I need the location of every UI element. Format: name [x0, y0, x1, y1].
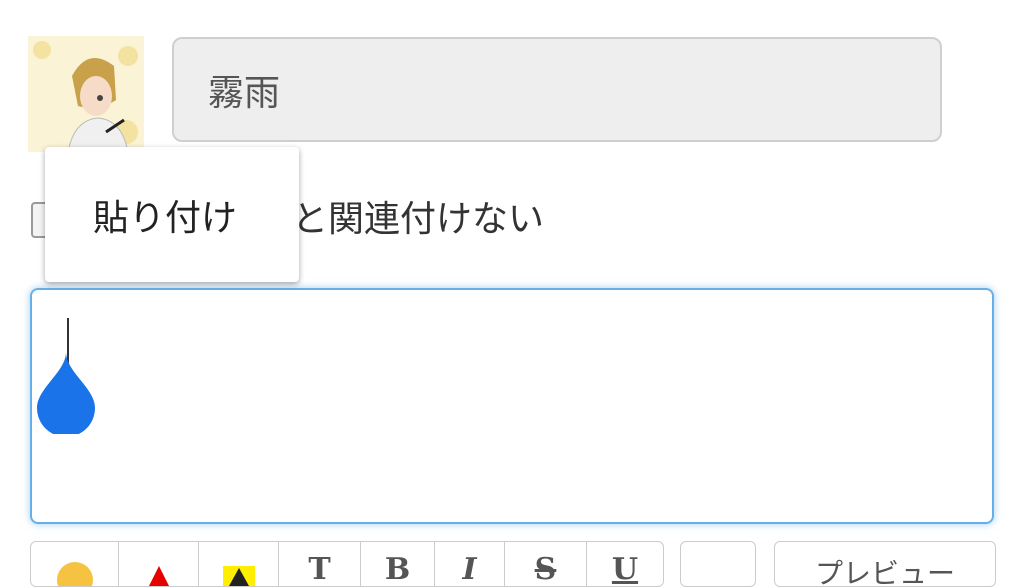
highlight-icon [222, 566, 255, 586]
strike-button[interactable]: S [505, 542, 587, 586]
preview-label: プレビュー [814, 557, 955, 587]
italic-label: I [462, 552, 477, 587]
preview-button[interactable]: プレビュー [774, 541, 996, 587]
emoji-button[interactable] [31, 542, 119, 586]
format-button-group: T B I S U [30, 541, 664, 587]
font-size-button[interactable]: T [279, 542, 361, 586]
bold-label: B [384, 552, 411, 587]
underline-label: U [611, 552, 639, 587]
paste-menu-item[interactable]: 貼り付け [45, 189, 237, 241]
user-avatar[interactable] [28, 36, 144, 152]
font-size-icon: T [308, 552, 331, 587]
extra-button[interactable] [680, 541, 756, 587]
highlight-button[interactable] [199, 542, 279, 586]
context-menu: 貼り付け [45, 147, 299, 282]
text-selection-handle[interactable] [37, 352, 95, 434]
italic-button[interactable]: I [435, 542, 505, 586]
body-textarea[interactable] [30, 288, 994, 524]
avatar-illustration [28, 36, 144, 152]
unlink-checkbox-label: と関連付けない [292, 199, 545, 240]
name-input[interactable]: 霧雨 [172, 37, 942, 142]
font-color-button[interactable] [119, 542, 199, 586]
underline-button[interactable]: U [587, 542, 663, 586]
emoji-icon [56, 562, 93, 586]
name-value: 霧雨 [208, 72, 281, 114]
strike-label: S [534, 552, 557, 587]
bold-button[interactable]: B [361, 542, 435, 586]
editor-toolbar: T B I S U プレビュー [30, 541, 996, 587]
font-color-icon [148, 566, 169, 586]
